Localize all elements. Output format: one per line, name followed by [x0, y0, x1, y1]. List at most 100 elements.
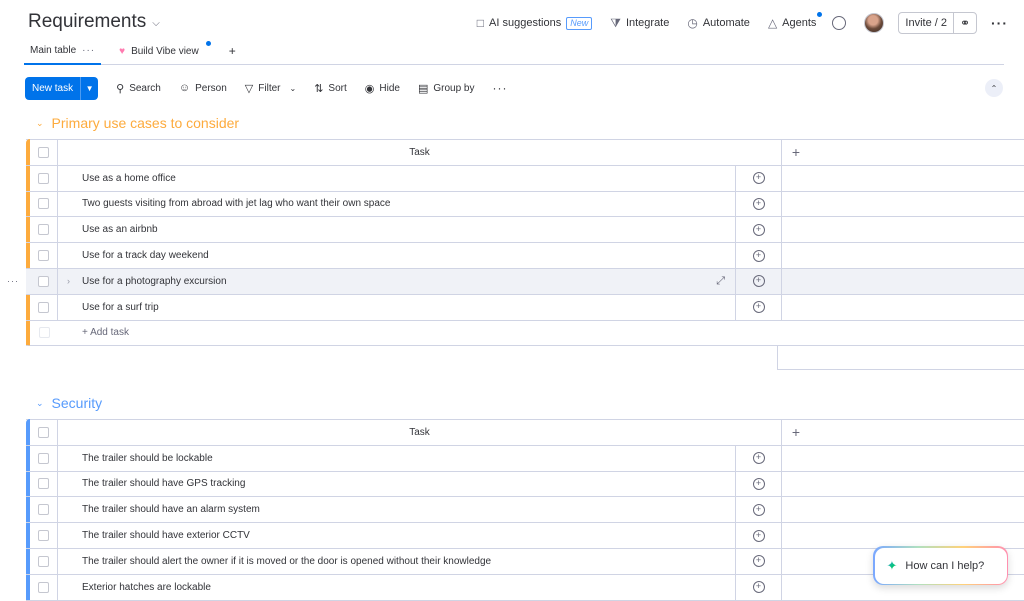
- table-row[interactable]: Use as an airbnb +: [26, 217, 1024, 244]
- table-row[interactable]: Two guests visiting from abroad with jet…: [26, 191, 1024, 218]
- sort-button[interactable]: ⇅ Sort: [314, 82, 347, 95]
- add-update-cell[interactable]: +: [735, 217, 782, 243]
- add-update-icon[interactable]: +: [752, 172, 765, 185]
- table-row[interactable]: The trailer should have GPS tracking +: [26, 471, 1024, 498]
- row-checkbox[interactable]: [38, 530, 49, 542]
- row-checkbox[interactable]: [38, 452, 49, 464]
- add-update-cell[interactable]: +: [735, 191, 782, 217]
- table-row[interactable]: Use for a track day weekend +: [26, 243, 1024, 269]
- task-name[interactable]: Exterior hatches are lockable: [58, 575, 735, 600]
- hide-button[interactable]: ◉ Hide: [365, 82, 400, 95]
- table-row[interactable]: ··· › Use for a photography excursion ⤢ …: [7, 268, 1024, 295]
- add-update-cell[interactable]: +: [735, 574, 782, 600]
- add-column-icon[interactable]: +: [782, 424, 810, 440]
- ai-help-button[interactable]: ✦ How can I help?: [873, 546, 1008, 585]
- chevron-down-icon[interactable]: ⌵: [152, 18, 160, 29]
- tab-build-vibe-view[interactable]: ♥ Build Vibe view: [113, 41, 211, 64]
- expand-item-icon[interactable]: ⤢: [716, 275, 725, 288]
- chevron-down-icon[interactable]: ⌄: [36, 118, 44, 129]
- table-row[interactable]: The trailer should have exterior CCTV +: [26, 523, 1024, 549]
- add-update-cell[interactable]: +: [735, 471, 782, 497]
- task-name[interactable]: The trailer should have an alarm system: [58, 497, 735, 522]
- add-update-icon[interactable]: +: [752, 223, 765, 236]
- row-checkbox[interactable]: [38, 198, 49, 210]
- row-checkbox[interactable]: [38, 504, 49, 516]
- task-name[interactable]: Use for a track day weekend: [58, 243, 735, 268]
- filter-button[interactable]: ▽ Filter ⌄: [245, 82, 296, 95]
- column-header-task[interactable]: Task: [58, 420, 782, 445]
- row-checkbox[interactable]: [38, 555, 49, 567]
- add-view-button[interactable]: +: [205, 44, 236, 64]
- search-button[interactable]: ⚲ Search: [116, 82, 161, 95]
- group-header[interactable]: ⌄ Primary use cases to consider: [36, 115, 239, 131]
- task-name[interactable]: The trailer should have GPS tracking: [58, 472, 735, 497]
- tab-main-table[interactable]: Main table ···: [24, 45, 102, 65]
- integrate-button[interactable]: ⧩ Integrate: [610, 16, 669, 31]
- add-update-icon[interactable]: +: [752, 503, 765, 516]
- add-update-cell[interactable]: +: [735, 523, 782, 548]
- add-update-cell[interactable]: +: [735, 243, 782, 268]
- chat-icon[interactable]: [832, 16, 847, 30]
- row-options-icon[interactable]: ···: [7, 276, 19, 286]
- task-name[interactable]: Two guests visiting from abroad with jet…: [58, 192, 735, 217]
- add-update-cell[interactable]: +: [735, 445, 782, 471]
- board-title[interactable]: Requirements ⌵: [28, 11, 160, 33]
- task-name[interactable]: The trailer should alert the owner if it…: [58, 549, 735, 574]
- select-all-checkbox[interactable]: [38, 426, 49, 438]
- add-update-cell[interactable]: +: [735, 165, 782, 191]
- invite-button[interactable]: Invite / 2 ⚭: [898, 12, 977, 34]
- group-by-button[interactable]: ▤ Group by: [418, 82, 475, 95]
- add-update-icon[interactable]: +: [752, 275, 765, 288]
- add-update-icon[interactable]: +: [752, 581, 765, 594]
- chevron-right-icon[interactable]: ›: [67, 276, 70, 286]
- add-update-icon[interactable]: +: [752, 452, 765, 465]
- add-update-icon[interactable]: +: [752, 301, 765, 314]
- task-name[interactable]: Use as an airbnb: [58, 217, 735, 242]
- select-all-checkbox[interactable]: [38, 146, 49, 158]
- collapse-toolbar-icon[interactable]: ⌃: [985, 79, 1003, 97]
- tab-options-icon[interactable]: ···: [82, 45, 95, 56]
- add-column-icon[interactable]: +: [782, 144, 810, 160]
- task-name[interactable]: Use as a home office: [58, 166, 735, 191]
- add-update-icon[interactable]: +: [752, 477, 765, 490]
- add-update-icon[interactable]: +: [752, 249, 765, 262]
- person-button[interactable]: ☺ Person: [179, 82, 227, 94]
- add-update-icon[interactable]: +: [752, 529, 765, 542]
- ai-suggestions-button[interactable]: □ AI suggestions New: [477, 16, 593, 30]
- add-update-cell[interactable]: +: [735, 268, 782, 294]
- chevron-down-icon[interactable]: ▼: [80, 76, 98, 100]
- new-task-button[interactable]: New task: [25, 77, 80, 100]
- automate-button[interactable]: ◷ Automate: [687, 16, 750, 30]
- add-update-icon[interactable]: +: [752, 555, 765, 568]
- column-header-task[interactable]: Task: [58, 140, 782, 165]
- add-update-cell[interactable]: +: [735, 294, 782, 320]
- row-checkbox[interactable]: [38, 581, 49, 593]
- task-name[interactable]: The trailer should be lockable: [58, 446, 735, 471]
- task-name[interactable]: Use for a surf trip: [58, 295, 735, 320]
- group-header[interactable]: ⌄ Security: [36, 395, 102, 411]
- table-row[interactable]: Use as a home office +: [26, 165, 1024, 192]
- add-update-cell[interactable]: +: [735, 497, 782, 523]
- chevron-down-icon[interactable]: ⌄: [36, 398, 44, 409]
- row-checkbox[interactable]: [38, 275, 49, 287]
- row-checkbox[interactable]: [38, 224, 49, 236]
- table-row[interactable]: The trailer should be lockable +: [26, 445, 1024, 472]
- task-name[interactable]: The trailer should have exterior CCTV: [58, 523, 735, 548]
- table-row[interactable]: The trailer should have an alarm system …: [26, 497, 1024, 524]
- add-update-icon[interactable]: +: [752, 197, 765, 210]
- row-checkbox[interactable]: [38, 172, 49, 184]
- row-checkbox[interactable]: [38, 250, 49, 262]
- row-checkbox[interactable]: [38, 478, 49, 490]
- task-name[interactable]: › Use for a photography excursion ⤢: [58, 269, 735, 294]
- more-options-icon[interactable]: ···: [493, 81, 508, 95]
- more-options-icon[interactable]: ···: [991, 15, 1008, 31]
- add-task-input[interactable]: + Add task: [58, 321, 735, 346]
- link-icon[interactable]: ⚭: [954, 16, 976, 30]
- agents-button[interactable]: △ Agents: [768, 12, 823, 30]
- avatar[interactable]: [864, 13, 885, 33]
- row-checkbox[interactable]: [38, 301, 49, 313]
- add-update-cell[interactable]: +: [735, 548, 782, 574]
- add-task-row[interactable]: + Add task: [26, 321, 1024, 347]
- chevron-down-icon[interactable]: ⌄: [290, 84, 297, 93]
- table-row[interactable]: Use for a surf trip +: [26, 294, 1024, 321]
